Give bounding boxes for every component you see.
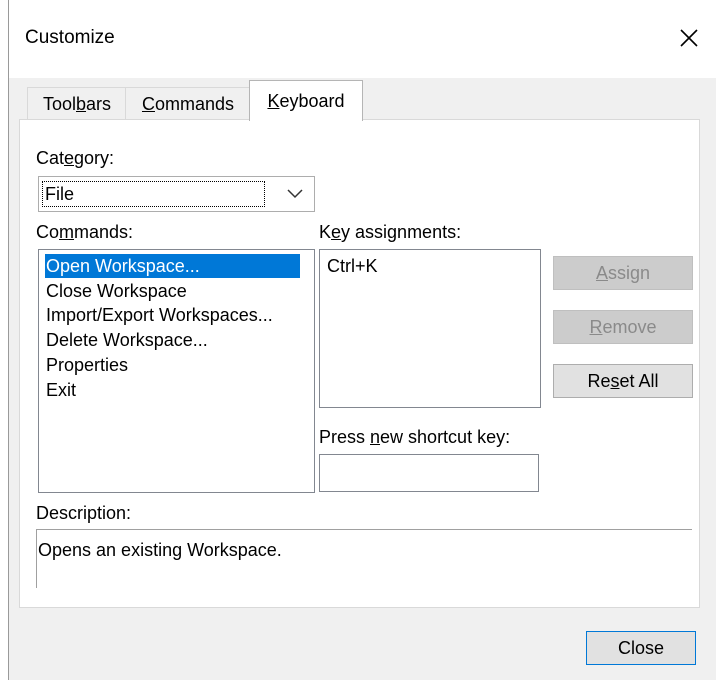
- key-assignments-list[interactable]: Ctrl+K: [319, 249, 541, 408]
- list-item-open-workspace[interactable]: Open Workspace...: [45, 254, 300, 278]
- tab-toolbars[interactable]: Toolbars: [27, 87, 127, 120]
- description-divider: [36, 529, 692, 530]
- category-label: Category:: [36, 148, 115, 168]
- category-dropdown[interactable]: File: [38, 176, 315, 212]
- description-left-border: [36, 530, 37, 588]
- list-item-close-workspace[interactable]: Close Workspace: [45, 279, 195, 303]
- shortcut-key-input[interactable]: [319, 454, 539, 492]
- list-item-delete-workspace[interactable]: Delete Workspace...: [45, 328, 216, 352]
- shortcut-key-label: Press new shortcut key:: [319, 427, 511, 447]
- key-assignments-label: Key assignments:: [319, 222, 462, 242]
- chevron-down-icon[interactable]: [276, 177, 314, 211]
- tab-keyboard[interactable]: Keyboard: [249, 80, 363, 121]
- close-button[interactable]: Close: [586, 631, 696, 665]
- assign-button[interactable]: Assign: [553, 256, 693, 290]
- commands-label: Commands:: [36, 222, 134, 242]
- close-window-button[interactable]: [661, 14, 716, 62]
- window-title: Customize: [25, 27, 115, 48]
- title-bar: Customize: [9, 0, 716, 78]
- category-selected-value: File: [42, 181, 265, 207]
- description-label: Description:: [36, 503, 132, 523]
- remove-button[interactable]: Remove: [553, 310, 693, 344]
- description-text: Opens an existing Workspace.: [38, 540, 282, 560]
- commands-list[interactable]: Open Workspace... Close Workspace Import…: [38, 249, 315, 493]
- key-assignment-item[interactable]: Ctrl+K: [327, 256, 378, 277]
- list-item-properties[interactable]: Properties: [45, 353, 136, 377]
- reset-all-button[interactable]: Reset All: [553, 364, 693, 398]
- close-icon: [680, 29, 698, 47]
- tab-commands[interactable]: Commands: [125, 87, 251, 120]
- list-item-import-export-workspaces[interactable]: Import/Export Workspaces...: [45, 303, 281, 327]
- list-item-exit[interactable]: Exit: [45, 378, 84, 402]
